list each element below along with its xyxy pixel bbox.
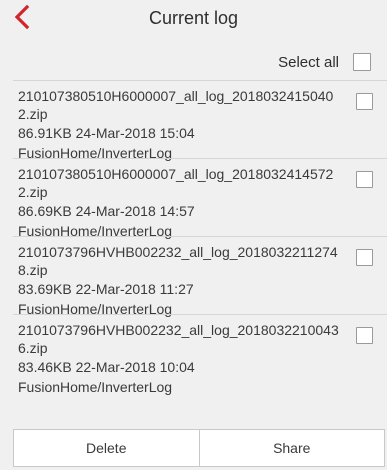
log-filename: 2101073796HVHB002232_all_log_20180322100… bbox=[18, 322, 339, 356]
log-item-checkbox[interactable] bbox=[356, 171, 373, 188]
page-title: Current log bbox=[148, 8, 239, 28]
log-path: FusionHome/InverterLog bbox=[18, 379, 173, 395]
delete-button[interactable]: Delete bbox=[14, 430, 199, 466]
select-all-checkbox[interactable] bbox=[353, 53, 371, 71]
log-size-date: 86.91KB 24-Mar-2018 15:04 bbox=[18, 125, 195, 141]
log-item[interactable]: 210107380510H6000007_all_log_20180324145… bbox=[13, 158, 387, 239]
log-filename: 2101073796HVHB002232_all_log_20180322112… bbox=[18, 244, 338, 278]
log-filename: 210107380510H6000007_all_log_20180324145… bbox=[18, 166, 334, 200]
log-size-date: 86.69KB 24-Mar-2018 14:57 bbox=[18, 203, 195, 219]
log-size-date: 83.46KB 22-Mar-2018 10:04 bbox=[18, 359, 195, 375]
header-bar: Current log bbox=[0, 0, 387, 36]
log-item-checkbox[interactable] bbox=[356, 327, 373, 344]
log-item-checkbox[interactable] bbox=[356, 93, 373, 110]
log-item[interactable]: 2101073796HVHB002232_all_log_20180322100… bbox=[13, 314, 387, 395]
select-all-label: Select all bbox=[278, 54, 339, 71]
log-item-checkbox[interactable] bbox=[356, 249, 373, 266]
log-list: 210107380510H6000007_all_log_20180324150… bbox=[13, 80, 387, 395]
share-button[interactable]: Share bbox=[198, 430, 385, 466]
log-item[interactable]: 210107380510H6000007_all_log_20180324150… bbox=[13, 80, 387, 161]
log-size-date: 83.69KB 22-Mar-2018 11:27 bbox=[18, 281, 194, 297]
select-all-row: Select all bbox=[0, 46, 387, 78]
log-filename: 210107380510H6000007_all_log_20180324150… bbox=[18, 88, 334, 122]
current-log-screen: Current log Select all 210107380510H6000… bbox=[0, 0, 387, 470]
log-item[interactable]: 2101073796HVHB002232_all_log_20180322112… bbox=[13, 236, 387, 317]
action-bar: Delete Share bbox=[13, 429, 385, 467]
